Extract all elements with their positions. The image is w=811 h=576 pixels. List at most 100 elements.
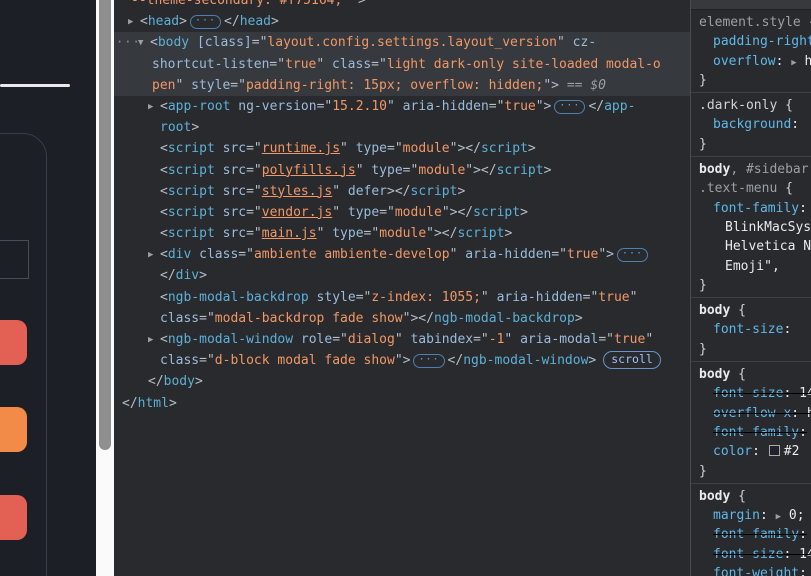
code-text: > xyxy=(179,14,187,29)
code-text: > xyxy=(271,14,279,29)
dom-tree-node[interactable]: root> xyxy=(114,117,690,138)
code-text: module xyxy=(403,141,450,156)
code-text: type xyxy=(356,141,387,156)
css-declaration[interactable]: padding-right: 15px; xyxy=(691,32,811,51)
expand-arrow-icon[interactable]: ▶ xyxy=(148,97,153,118)
css-declaration[interactable]: font-weight: xyxy=(691,564,811,576)
node-markup: <body [class]="layout.config.settings.la… xyxy=(114,35,596,50)
expand-ellipsis-badge[interactable]: ··· xyxy=(413,354,444,368)
page-outlined-box[interactable] xyxy=(0,240,29,279)
pill-red-2[interactable] xyxy=(0,495,27,540)
code-text: module xyxy=(379,226,426,241)
dom-tree-node[interactable]: <ngb-modal-backdrop style="z-index: 1055… xyxy=(114,287,690,308)
dom-tree-node[interactable]: class="d-block modal fade show">···</ngb… xyxy=(114,350,690,371)
css-selector[interactable]: element.style { xyxy=(691,13,811,32)
css-selector[interactable]: } xyxy=(691,276,811,295)
css-declaration[interactable]: font-family: xyxy=(691,199,811,218)
css-selector[interactable]: .dark-only { xyxy=(691,96,811,115)
code-text: true xyxy=(504,99,535,114)
node-markup: <head>···</head> xyxy=(114,14,279,29)
code-text: --theme-secondary: #f75164; xyxy=(131,0,342,8)
dom-tree-node[interactable]: <script src="runtime.js" type="module"><… xyxy=(114,138,690,159)
css-selector[interactable]: } xyxy=(691,340,811,359)
dom-tree-node[interactable]: <script src="styles.js" defer></script> xyxy=(114,181,690,202)
css-declaration[interactable]: overflow-x: hidden; xyxy=(691,404,811,423)
code-text: script xyxy=(481,141,528,156)
css-selector[interactable]: } xyxy=(691,135,811,154)
expand-arrow-icon[interactable]: ▶ xyxy=(128,12,133,33)
code-text: " xyxy=(395,332,411,347)
expand-arrow-icon[interactable]: ▶ xyxy=(148,330,153,351)
dom-tree-node[interactable]: pen" style="padding-right: 15px; overflo… xyxy=(114,75,690,96)
code-text: < xyxy=(160,141,168,156)
css-declaration[interactable]: Helvetica Neue xyxy=(691,237,811,256)
pill-orange[interactable] xyxy=(0,407,27,452)
css-declaration[interactable]: overflow: ▶ hidden; xyxy=(691,52,811,71)
pill-red-1[interactable] xyxy=(0,320,27,365)
css-text: font-family: xyxy=(713,201,807,216)
code-text: { xyxy=(730,303,746,318)
page-scrollbar-thumb[interactable] xyxy=(99,0,111,450)
css-rule: body {font-size:} xyxy=(691,298,811,362)
expand-ellipsis-badge[interactable]: ··· xyxy=(554,100,585,114)
css-text: Helvetica Neue xyxy=(725,239,811,254)
expand-ellipsis-badge[interactable]: ··· xyxy=(617,248,648,262)
css-selector[interactable]: body, #sidebar xyxy=(691,160,811,179)
css-selector[interactable]: } xyxy=(691,71,811,90)
code-text: defer xyxy=(348,184,387,199)
css-declaration[interactable]: background: xyxy=(691,115,811,134)
dom-tree-node[interactable]: <script src="main.js" type="module"></sc… xyxy=(114,223,690,244)
dom-tree-node[interactable]: ▶<div class="ambiente ambiente-develop" … xyxy=(114,244,690,265)
dom-tree-node[interactable]: --theme-secondary: #f75164;" > xyxy=(114,0,690,11)
css-selector[interactable]: body { xyxy=(691,365,811,384)
code-text: script xyxy=(168,163,215,178)
dom-tree-node[interactable]: ···▼<body [class]="layout.config.setting… xyxy=(114,32,690,53)
css-declaration[interactable]: font-size: 14px; xyxy=(691,384,811,403)
page-scrollbar[interactable] xyxy=(96,0,114,576)
expand-arrow-icon[interactable]: ▶ xyxy=(148,245,153,266)
css-declaration[interactable]: font-size: 14px; xyxy=(691,545,811,564)
scroll-badge[interactable]: scroll xyxy=(603,351,661,369)
expand-ellipsis-badge[interactable]: ··· xyxy=(190,15,221,29)
code-text: app-root xyxy=(168,99,231,114)
dom-tree-node[interactable]: ▶<ngb-modal-window role="dialog" tabinde… xyxy=(114,329,690,350)
dom-tree-node[interactable]: ▶<head>···</head> xyxy=(114,11,690,32)
node-markup: --theme-secondary: #f75164;" > xyxy=(114,0,366,8)
collapse-arrow-icon[interactable]: ▼ xyxy=(138,33,143,54)
css-selector[interactable]: body { xyxy=(691,487,811,506)
css-declaration[interactable]: Emoji", xyxy=(691,257,811,276)
code-text: font-family xyxy=(713,425,799,440)
css-rule: body {font-size: 14px;overflow-x: hidden… xyxy=(691,362,811,484)
code-text xyxy=(215,163,223,178)
node-overflow-icon[interactable]: ··· xyxy=(116,32,141,53)
css-declaration[interactable]: font-family: xyxy=(691,423,811,442)
dom-tree-node[interactable]: <script src="polyfills.js" type="module"… xyxy=(114,160,690,181)
css-declaration[interactable]: color: #2 xyxy=(691,442,811,461)
css-declaration[interactable]: margin: ▶ 0; xyxy=(691,506,811,525)
css-selector[interactable]: } xyxy=(691,462,811,481)
css-rule: element.style {padding-right: 15px;overf… xyxy=(691,10,811,93)
code-text: =" xyxy=(199,311,215,326)
code-text: =" xyxy=(238,247,254,262)
code-text: font-size xyxy=(713,322,783,337)
color-swatch[interactable] xyxy=(769,445,780,456)
code-text: layout.config.settings.layout_version xyxy=(267,35,557,50)
dom-tree-node[interactable]: shortcut-listen="true" class="light dark… xyxy=(114,54,690,75)
code-text: class xyxy=(332,57,371,72)
dom-tree-node[interactable]: class="modal-backdrop fade show"></ngb-m… xyxy=(114,308,690,329)
css-declaration[interactable]: font-size: xyxy=(691,320,811,339)
dom-tree-node[interactable]: <script src="vendor.js" type="module"></… xyxy=(114,202,690,223)
dom-tree-node[interactable]: </div> xyxy=(114,265,690,286)
css-declaration[interactable]: BlinkMacSystemFont xyxy=(691,218,811,237)
css-declaration[interactable]: font-family: xyxy=(691,525,811,544)
dom-tree-node[interactable]: ▶<app-root ng-version="15.2.10" aria-hid… xyxy=(114,96,690,117)
css-selector[interactable]: body { xyxy=(691,301,811,320)
code-text: font-size xyxy=(713,547,783,562)
code-text: =" xyxy=(246,163,262,178)
css-selector[interactable]: .text-menu { xyxy=(691,179,811,198)
dom-tree-node[interactable]: </body> xyxy=(114,371,690,392)
node-markup: </div> xyxy=(114,268,207,283)
code-text: module xyxy=(395,205,442,220)
css-text: BlinkMacSystemFont xyxy=(725,220,811,235)
dom-tree-node[interactable]: </html> xyxy=(114,393,690,414)
